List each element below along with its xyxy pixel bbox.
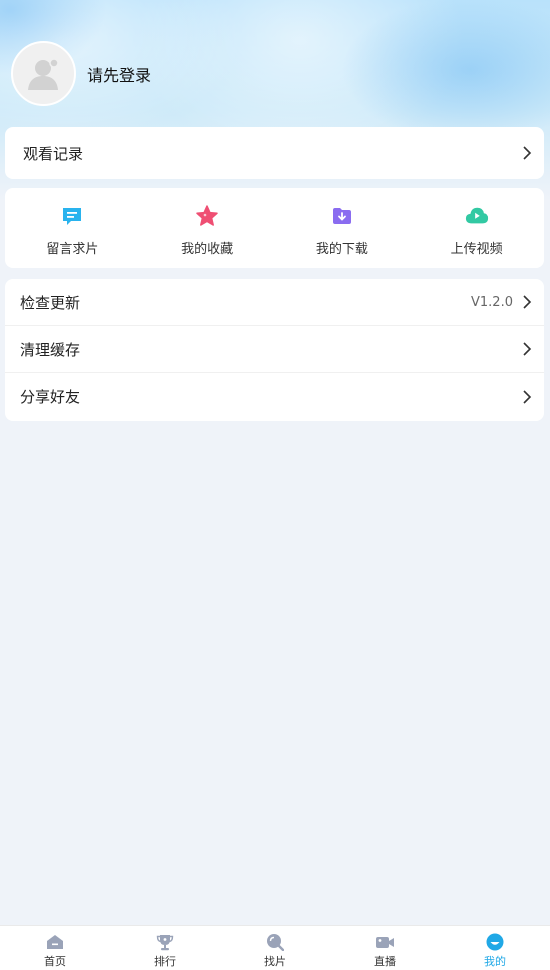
tab-mine[interactable]: 我的	[440, 926, 550, 970]
tab-home[interactable]: 首页	[0, 926, 110, 970]
quick-action-label: 留言求片	[46, 242, 99, 257]
tab-label: 排行	[154, 955, 176, 968]
tab-ranking[interactable]: 排行	[110, 926, 220, 970]
quick-action-upload[interactable]: 上传视频	[409, 188, 544, 268]
tab-find[interactable]: 找片	[220, 926, 330, 970]
chevron-right-icon	[523, 146, 532, 160]
video-camera-icon	[375, 933, 395, 951]
home-icon	[45, 933, 65, 951]
avatar[interactable]	[11, 41, 76, 106]
default-avatar-icon	[27, 57, 59, 90]
star-icon	[195, 204, 219, 228]
version-text: V1.2.0	[471, 294, 513, 310]
bottom-tab-bar: 首页 排行 找片 直播 我的	[0, 925, 550, 970]
watch-history-row[interactable]: 观看记录	[5, 127, 544, 179]
chevron-right-icon	[523, 342, 532, 356]
login-prompt[interactable]: 请先登录	[87, 62, 151, 86]
tab-label: 直播	[374, 955, 396, 968]
settings-label: 检查更新	[20, 293, 81, 312]
settings-list: 检查更新 V1.2.0 清理缓存 分享好友	[5, 279, 544, 421]
quick-action-label: 我的收藏	[181, 242, 234, 257]
tab-live[interactable]: 直播	[330, 926, 440, 970]
message-icon	[60, 204, 84, 228]
clear-cache-row[interactable]: 清理缓存	[5, 326, 544, 373]
quick-action-favorites[interactable]: 我的收藏	[140, 188, 275, 268]
tab-label: 找片	[264, 955, 286, 968]
share-friends-row[interactable]: 分享好友	[5, 373, 544, 420]
search-icon	[265, 933, 285, 951]
quick-action-label: 上传视频	[450, 242, 503, 257]
tab-label: 首页	[44, 955, 66, 968]
chevron-right-icon	[523, 389, 532, 404]
trophy-icon	[155, 933, 175, 951]
profile-icon	[485, 933, 505, 951]
quick-action-request[interactable]: 留言求片	[5, 188, 140, 268]
watch-history-label: 观看记录	[23, 144, 84, 163]
quick-actions: 留言求片 我的收藏 我的下载 上传视频	[5, 188, 544, 268]
settings-label: 清理缓存	[20, 340, 81, 359]
settings-label: 分享好友	[20, 388, 81, 406]
profile-header[interactable]: 请先登录	[11, 41, 151, 106]
cloud-upload-icon	[465, 204, 489, 228]
download-folder-icon	[330, 204, 354, 228]
quick-action-label: 我的下载	[315, 242, 368, 257]
tab-label: 我的	[484, 955, 506, 968]
chevron-right-icon	[523, 295, 532, 309]
check-update-row[interactable]: 检查更新 V1.2.0	[5, 279, 544, 326]
quick-action-downloads[interactable]: 我的下载	[275, 188, 410, 268]
